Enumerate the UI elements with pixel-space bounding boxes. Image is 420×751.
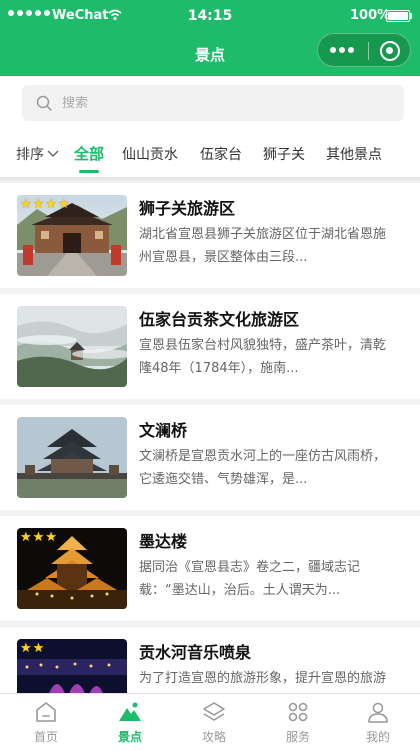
battery-percent: 100% xyxy=(350,8,391,23)
spot-description: 宣恩县伍家台村风貌独特，盛产茶叶，清乾隆48年（1784年），施南... xyxy=(139,338,387,376)
tabbar-label: 我的 xyxy=(365,730,390,744)
tab-other-spots[interactable]: 其他景点 xyxy=(326,144,382,164)
misty-tea-hills-photo xyxy=(17,306,127,387)
close-miniprogram-icon[interactable] xyxy=(380,41,400,61)
sort-dropdown[interactable]: 排序 xyxy=(16,144,59,164)
spot-description: 据同治《宣恩县志》卷之二，疆域志记载：“墨达山，治后。土人谓天为... xyxy=(139,560,361,598)
tabbar-label: 服务 xyxy=(285,730,310,744)
spot-description: 湖北省宣恩县狮子关旅游区位于湖北省恩施州宣恩县，景区整体由三段... xyxy=(139,227,387,265)
spot-card[interactable]: ★★★ 墨达楼 据同治《宣恩县志》卷之二，疆域志记载：“墨达山，治后。土人谓天为… xyxy=(0,516,420,621)
spot-title: 墨达楼 xyxy=(139,532,188,551)
spot-thumbnail: ★★★★ xyxy=(17,195,127,276)
spot-title: 文澜桥 xyxy=(139,421,188,440)
pagoda-bridge-photo xyxy=(17,417,127,498)
layers-icon xyxy=(203,702,225,721)
tabbar-item-guide[interactable]: 攻略 xyxy=(172,694,256,751)
status-bar: WeChat 14:15 100% xyxy=(0,0,420,34)
spot-thumbnail: ★★★ xyxy=(17,528,127,609)
app-header: WeChat 14:15 100% 景点 xyxy=(0,0,420,76)
search-box[interactable] xyxy=(22,85,404,121)
sort-label: 排序 xyxy=(16,147,44,163)
spot-thumbnail xyxy=(17,306,127,387)
tabbar-label: 攻略 xyxy=(201,730,226,744)
tabbar-item-home[interactable]: 首页 xyxy=(4,694,88,751)
tab-xianshan-gongshui[interactable]: 仙山贡水 xyxy=(122,144,178,164)
mountain-icon xyxy=(119,702,141,721)
spot-title: 伍家台贡茶文化旅游区 xyxy=(139,310,300,329)
spot-description: 文澜桥是宣恩贡水河上的一座仿古风雨桥，它逶迤交错、气势雄浑，是... xyxy=(139,449,387,487)
battery-icon xyxy=(386,10,410,22)
miniprogram-capsule xyxy=(317,33,411,67)
tabbar-item-spots[interactable]: 景点 xyxy=(88,694,172,751)
more-icon[interactable] xyxy=(330,47,354,53)
spot-title: 狮子关旅游区 xyxy=(139,199,236,218)
battery-tip xyxy=(410,13,412,19)
spot-thumbnail xyxy=(17,417,127,498)
capsule-divider xyxy=(368,42,369,60)
spot-card[interactable]: ★★★★ 狮子关旅游区 湖北省宣恩县狮子关旅游区位于湖北省恩施州宣恩县，景区整体… xyxy=(0,183,420,288)
chevron-down-icon xyxy=(47,150,59,157)
user-icon xyxy=(368,702,388,723)
tab-wujiatai[interactable]: 伍家台 xyxy=(200,144,242,164)
active-tab-indicator xyxy=(79,170,99,173)
search-icon xyxy=(36,95,52,111)
grid-icon xyxy=(288,702,308,722)
tab-shiziguan[interactable]: 狮子关 xyxy=(263,144,305,164)
spot-card[interactable]: 伍家台贡茶文化旅游区 宣恩县伍家台村风貌独特，盛产茶叶，清乾隆48年（1784年… xyxy=(0,294,420,399)
home-icon xyxy=(36,702,56,722)
search-filter-bar: 排序 全部 仙山贡水 伍家台 狮子关 其他景点 xyxy=(0,76,420,177)
star-rating: ★★★★ xyxy=(20,197,71,212)
tabbar-item-service[interactable]: 服务 xyxy=(256,694,340,751)
search-input[interactable] xyxy=(62,85,392,121)
tabbar-label: 首页 xyxy=(33,730,58,744)
spot-title: 贡水河音乐喷泉 xyxy=(139,643,252,662)
star-rating: ★★ xyxy=(20,641,46,656)
bottom-tab-bar: 首页 景点 攻略 服务 我的 xyxy=(0,693,420,751)
star-rating: ★★★ xyxy=(20,530,58,545)
tab-all[interactable]: 全部 xyxy=(74,143,104,164)
category-tabs: 排序 全部 仙山贡水 伍家台 狮子关 其他景点 xyxy=(0,138,420,173)
spot-card[interactable]: 文澜桥 文澜桥是宣恩贡水河上的一座仿古风雨桥，它逶迤交错、气势雄浑，是... xyxy=(0,405,420,510)
tabbar-item-profile[interactable]: 我的 xyxy=(336,694,420,751)
tabbar-label: 景点 xyxy=(117,730,142,744)
